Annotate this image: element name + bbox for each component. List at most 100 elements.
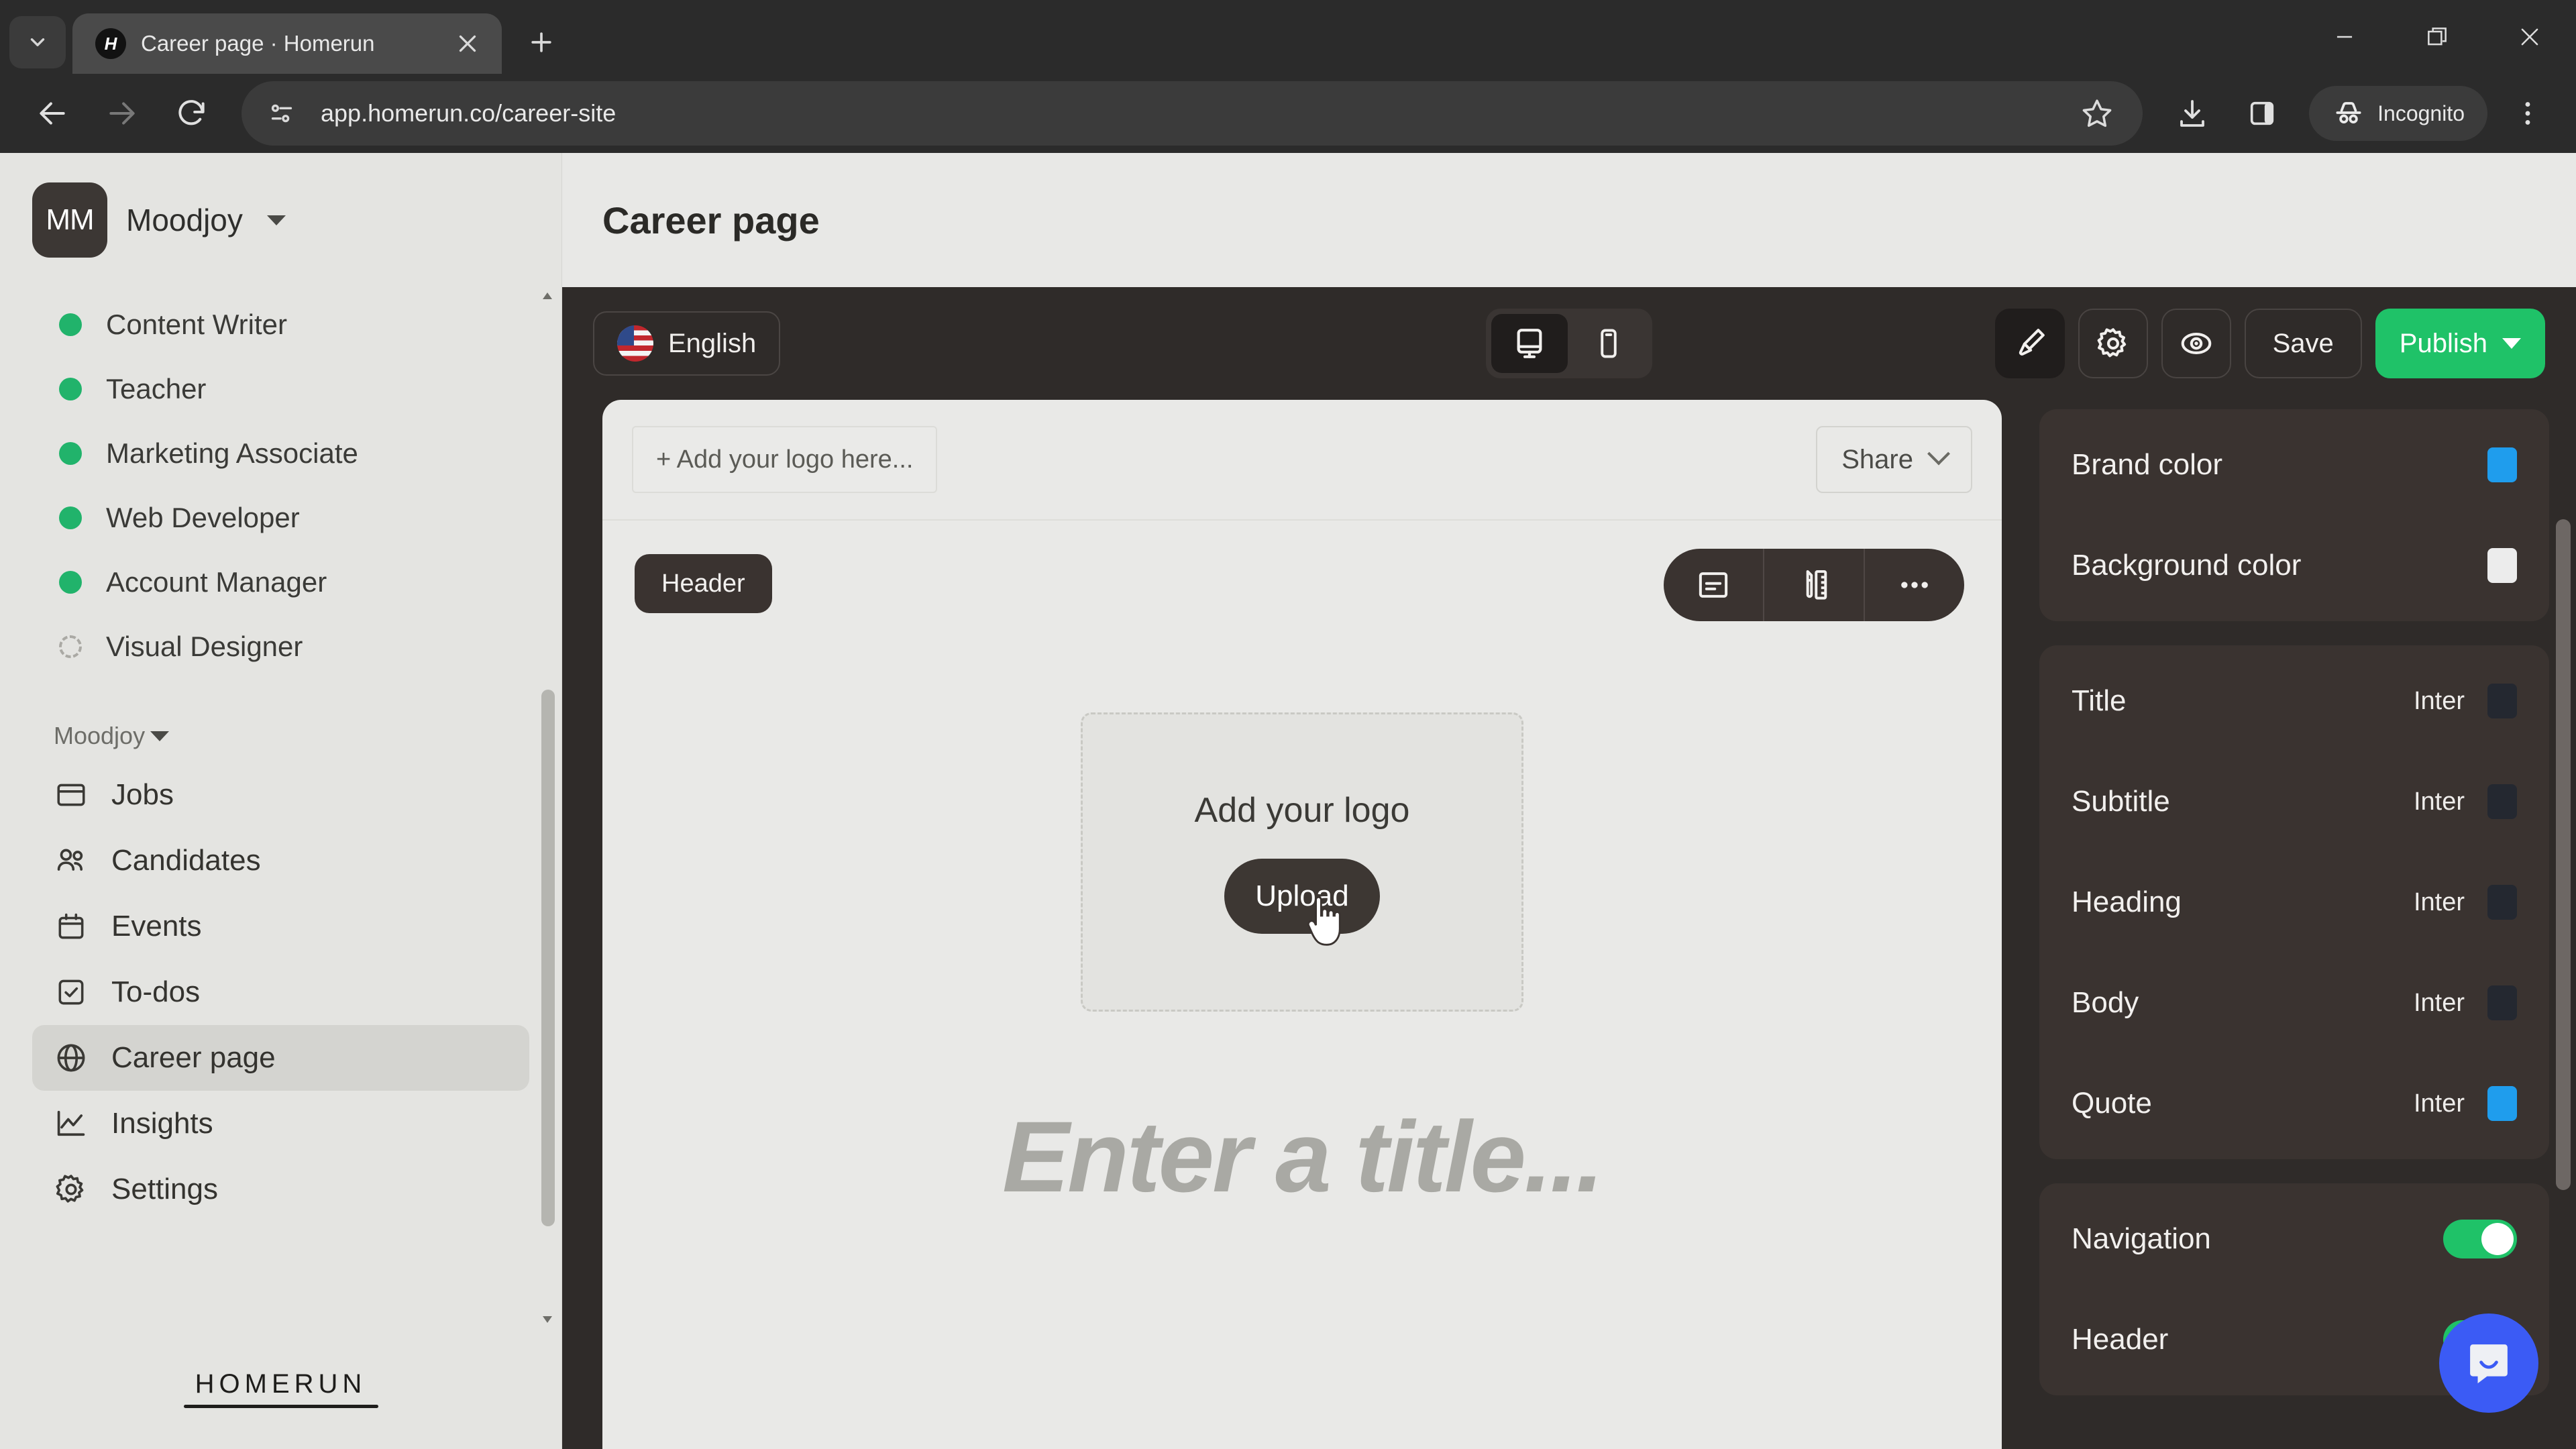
brand-color-swatch[interactable] <box>2487 447 2517 482</box>
sidebar-scrollbar[interactable] <box>539 287 556 1328</box>
title-placeholder[interactable]: Enter a title... <box>602 1099 2002 1215</box>
side-panel-button[interactable] <box>2230 81 2294 146</box>
logo-upload-dropzone[interactable]: Add your logo Upload <box>1081 712 1523 1012</box>
typography-color-swatch[interactable] <box>2487 985 2517 1020</box>
browser-toolbar: app.homerun.co/career-site Incognito <box>0 74 2576 153</box>
toggle-knob <box>2481 1223 2514 1255</box>
back-arrow-icon <box>40 102 65 125</box>
window-maximize-button[interactable] <box>2391 0 2483 74</box>
forward-arrow-icon <box>109 102 135 125</box>
publish-button[interactable]: Publish <box>2375 309 2545 378</box>
section-row-navigation[interactable]: Navigation <box>2039 1189 2549 1289</box>
sidebar-section-label[interactable]: Moodjoy <box>0 699 561 762</box>
add-logo-slot-label: + Add your logo here... <box>656 445 914 474</box>
block-style-button[interactable] <box>1764 549 1864 621</box>
scrollbar-thumb[interactable] <box>541 690 555 1226</box>
tab-search-button[interactable] <box>9 16 66 68</box>
intercom-launcher-button[interactable] <box>2439 1313 2538 1413</box>
add-logo-slot[interactable]: + Add your logo here... <box>632 426 938 493</box>
scroll-up-arrow-icon[interactable] <box>539 287 556 305</box>
editor-settings-button[interactable] <box>2078 309 2148 378</box>
tab-title: Career page · Homerun <box>141 31 375 56</box>
typography-color-swatch[interactable] <box>2487 784 2517 819</box>
back-button[interactable] <box>20 81 85 146</box>
font-name: Inter <box>2413 686 2465 715</box>
sidebar-job-teacher[interactable]: Teacher <box>0 357 561 421</box>
new-tab-button[interactable] <box>517 17 566 67</box>
sidebar-item-career-page[interactable]: Career page <box>32 1025 529 1091</box>
typography-label: Heading <box>2072 885 2182 918</box>
share-button[interactable]: Share <box>1816 426 1972 493</box>
sidebar-item-candidates[interactable]: Candidates <box>32 828 529 894</box>
browser-tab[interactable]: H Career page · Homerun <box>72 13 502 74</box>
brand-color-row[interactable]: Brand color <box>2039 415 2549 515</box>
typography-row-subtitle[interactable]: Subtitle Inter <box>2039 751 2549 852</box>
intercom-chat-icon <box>2470 1344 2508 1384</box>
sidebar-item-settings[interactable]: Settings <box>32 1157 529 1222</box>
typography-color-swatch[interactable] <box>2487 1086 2517 1121</box>
plus-icon <box>531 32 551 52</box>
sidebar-item-events[interactable]: Events <box>32 894 529 959</box>
sidebar-job-visual-designer[interactable]: Visual Designer <box>0 614 561 679</box>
job-label: Account Manager <box>106 566 327 598</box>
kebab-menu-icon <box>2525 102 2530 125</box>
canvas-navigation-block[interactable]: + Add your logo here... Share <box>602 400 2002 521</box>
sidebar-job-web-developer[interactable]: Web Developer <box>0 486 561 550</box>
address-bar[interactable]: app.homerun.co/career-site <box>241 81 2143 146</box>
canvas-header-block[interactable]: Header Add your logo Upload Enter a titl… <box>602 521 2002 1215</box>
block-layout-button[interactable] <box>1664 549 1763 621</box>
chevron-down-icon <box>266 215 286 225</box>
sidebar-job-content-writer[interactable]: Content Writer <box>0 292 561 357</box>
scrollbar-thumb[interactable] <box>2556 519 2571 1190</box>
window-minimize-button[interactable] <box>2298 0 2391 74</box>
paintbrush-icon <box>2019 329 2045 356</box>
typography-row-heading[interactable]: Heading Inter <box>2039 852 2549 953</box>
forward-button[interactable] <box>90 81 154 146</box>
incognito-indicator[interactable]: Incognito <box>2309 86 2487 141</box>
desktop-preview-button[interactable] <box>1491 314 1568 373</box>
job-label: Marketing Associate <box>106 437 358 469</box>
save-button[interactable]: Save <box>2244 309 2362 378</box>
block-type-badge: Header <box>635 554 772 613</box>
typography-color-swatch[interactable] <box>2487 684 2517 718</box>
typography-row-body[interactable]: Body Inter <box>2039 953 2549 1053</box>
typography-row-quote[interactable]: Quote Inter <box>2039 1053 2549 1154</box>
sidebar-job-marketing-associate[interactable]: Marketing Associate <box>0 421 561 486</box>
reload-button[interactable] <box>160 81 224 146</box>
upload-button[interactable]: Upload <box>1224 859 1380 946</box>
editor-scrollbar[interactable] <box>2555 519 2572 1449</box>
maximize-icon <box>2428 28 2447 46</box>
background-color-swatch[interactable] <box>2487 548 2517 583</box>
publish-label: Publish <box>2399 328 2487 358</box>
caret-down-icon <box>2502 338 2521 349</box>
window-close-button[interactable] <box>2483 0 2576 74</box>
ellipsis-icon <box>1901 582 1928 588</box>
gear-icon <box>52 1171 90 1208</box>
career-page-canvas[interactable]: + Add your logo here... Share Header Add… <box>602 400 2002 1449</box>
sidebar-item-jobs[interactable]: Jobs <box>32 762 529 828</box>
page-info-icon[interactable] <box>262 93 302 133</box>
tab-close-button[interactable] <box>449 25 486 62</box>
colors-panel: Brand color Background color <box>2039 409 2549 621</box>
mobile-preview-button[interactable] <box>1570 314 1647 373</box>
preview-button[interactable] <box>2161 309 2231 378</box>
language-selector[interactable]: English <box>593 311 781 376</box>
workspace-switcher[interactable]: MM Moodjoy <box>0 153 561 287</box>
bookmark-star-icon[interactable] <box>2072 88 2123 139</box>
typography-row-title[interactable]: Title Inter <box>2039 651 2549 751</box>
typography-color-swatch[interactable] <box>2487 885 2517 920</box>
section-label: Navigation <box>2072 1222 2211 1255</box>
background-color-row[interactable]: Background color <box>2039 515 2549 616</box>
sidebar-item-todos[interactable]: To-dos <box>32 959 529 1025</box>
scroll-down-arrow-icon[interactable] <box>539 1311 556 1328</box>
sidebar-job-account-manager[interactable]: Account Manager <box>0 550 561 614</box>
block-more-button[interactable] <box>1865 549 1964 621</box>
design-button[interactable] <box>1994 309 2065 378</box>
navigation-toggle[interactable] <box>2443 1220 2517 1258</box>
career-page-editor: English Save Publish + Add your logo her… <box>562 287 2576 1449</box>
sidebar-item-insights[interactable]: Insights <box>32 1091 529 1157</box>
browser-menu-button[interactable] <box>2500 85 2556 142</box>
sidebar-item-label: Settings <box>111 1173 218 1205</box>
window-controls <box>2298 0 2576 74</box>
downloads-button[interactable] <box>2160 81 2224 146</box>
